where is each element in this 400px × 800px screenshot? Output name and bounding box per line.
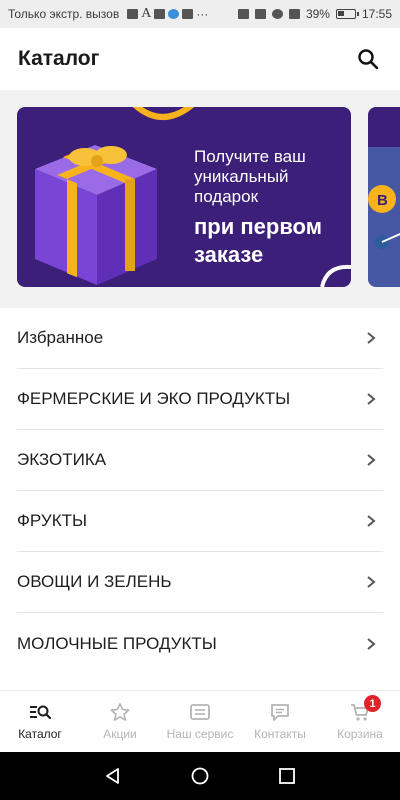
- back-icon[interactable]: [103, 766, 123, 786]
- banner-line-3: подарок: [194, 187, 259, 206]
- tab-cart[interactable]: 1 Корзина: [320, 691, 400, 752]
- category-item-vegetables[interactable]: ОВОЩИ И ЗЕЛЕНЬ: [17, 552, 383, 613]
- category-label: МОЛОЧНЫЕ ПРОДУКТЫ: [17, 633, 217, 653]
- search-button[interactable]: [354, 45, 382, 73]
- tab-catalog[interactable]: Каталог: [0, 691, 80, 752]
- chevron-right-icon: [367, 576, 376, 588]
- mail-icon: [127, 9, 139, 19]
- nfc-icon: [237, 9, 249, 19]
- category-label: ФЕРМЕРСКИЕ И ЭКО ПРОДУКТЫ: [17, 389, 291, 408]
- recents-icon[interactable]: [277, 766, 297, 786]
- banner-line-2: уникальный: [194, 167, 289, 186]
- category-label: ФРУКТЫ: [17, 511, 88, 530]
- category-item-favorites[interactable]: Избранное: [17, 308, 383, 369]
- tab-label: Наш сервис: [166, 727, 234, 741]
- wifi-icon: [288, 9, 300, 19]
- coin-illustration: B: [368, 147, 400, 287]
- category-item-dairy[interactable]: МОЛОЧНЫЕ ПРОДУКТЫ: [17, 613, 383, 674]
- next-promo-banner[interactable]: B: [368, 107, 400, 287]
- service-icon: [190, 704, 210, 720]
- chevron-right-icon: [367, 454, 376, 466]
- tab-label: Каталог: [18, 727, 62, 741]
- vibrate-icon: [254, 9, 266, 19]
- promo-carousel[interactable]: Получите ваш уникальный подарок при перв…: [0, 90, 400, 308]
- system-navigation-bar: [0, 752, 400, 800]
- category-list: Избранное ФЕРМЕРСКИЕ И ЭКО ПРОДУКТЫ ЭКЗО…: [0, 308, 400, 674]
- carrier-text: Только экстр. вызов: [8, 7, 120, 21]
- search-icon: [358, 49, 379, 70]
- bird-icon: [168, 9, 180, 19]
- battery-icon: [335, 9, 359, 19]
- cart-badge: 1: [364, 695, 381, 712]
- chat-icon: [271, 704, 289, 721]
- promo-banner[interactable]: Получите ваш уникальный подарок при перв…: [17, 107, 351, 287]
- bottom-navigation: Каталог Акции Наш сервис Контакты 1 Корз…: [0, 690, 400, 752]
- more-icon: ···: [196, 7, 209, 21]
- banner-bold-2: заказе: [194, 242, 264, 267]
- image-icon: [182, 9, 194, 19]
- banner-line-1: Получите ваш: [194, 147, 306, 166]
- category-item-farm-eco[interactable]: ФЕРМЕРСКИЕ И ЭКО ПРОДУКТЫ: [17, 369, 383, 430]
- category-item-fruits[interactable]: ФРУКТЫ: [17, 491, 383, 552]
- banner-bold-1: при первом: [194, 214, 322, 239]
- tab-label: Корзина: [337, 727, 383, 741]
- catalog-icon: [30, 705, 52, 720]
- status-bar: Только экстр. вызов A ··· 39% 17:55: [0, 0, 400, 28]
- alarm-icon: [271, 9, 283, 19]
- battery-text: 39%: [305, 7, 330, 21]
- chevron-right-icon: [367, 515, 376, 527]
- app-header: Каталог: [0, 28, 400, 90]
- tab-contacts[interactable]: Контакты: [240, 691, 320, 752]
- svg-text:B: B: [377, 192, 388, 209]
- page-title: Каталог: [18, 47, 100, 70]
- tab-label: Контакты: [254, 727, 306, 741]
- tab-label: Акции: [103, 727, 137, 741]
- chevron-right-icon: [367, 332, 376, 344]
- category-label: ОВОЩИ И ЗЕЛЕНЬ: [17, 572, 172, 591]
- banner-text: Получите ваш уникальный подарок при перв…: [194, 147, 322, 269]
- chevron-right-icon: [367, 637, 376, 650]
- clock: 17:55: [361, 7, 392, 21]
- media-icon: [154, 9, 166, 19]
- chevron-right-icon: [367, 393, 376, 405]
- home-icon[interactable]: [190, 766, 210, 786]
- notification-icons: A ···: [127, 6, 208, 22]
- star-icon: [110, 703, 130, 721]
- font-icon: A: [141, 6, 152, 21]
- tab-promotions[interactable]: Акции: [80, 691, 160, 752]
- tab-service[interactable]: Наш сервис: [160, 691, 240, 752]
- category-label: ЭКЗОТИКА: [17, 450, 107, 469]
- category-item-exotic[interactable]: ЭКЗОТИКА: [17, 430, 383, 491]
- category-label: Избранное: [17, 328, 104, 347]
